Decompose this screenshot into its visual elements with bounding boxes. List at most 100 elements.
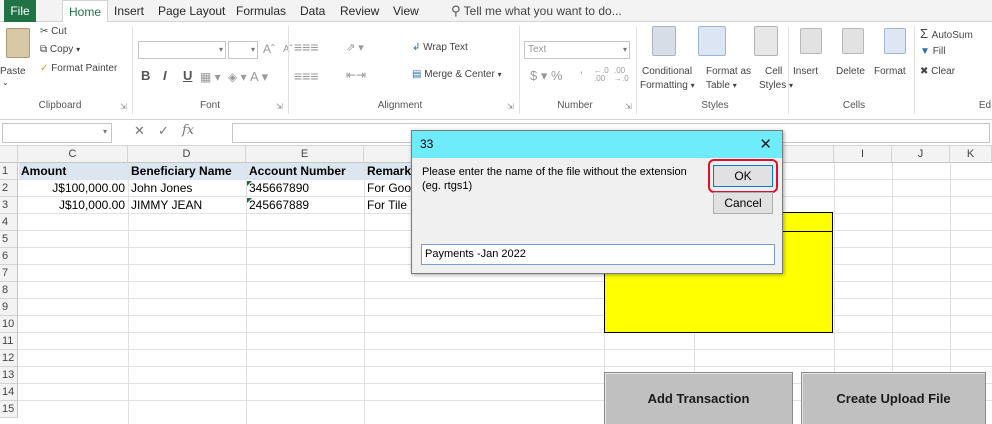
tab-review[interactable]: Review [340, 0, 379, 22]
paste-dropdown-icon[interactable]: ⌄ [2, 78, 9, 87]
font-launcher-icon[interactable]: ⇲ [276, 102, 283, 111]
row-header[interactable]: 10 [0, 316, 18, 333]
format-painter-button[interactable]: ✓ Format Painter [40, 63, 117, 74]
column-header-j[interactable]: J [892, 146, 950, 163]
cell-amount[interactable]: J$10,000.00 [19, 197, 128, 214]
tab-insert[interactable]: Insert [114, 0, 144, 22]
delete-cells-label[interactable]: Delete [836, 66, 865, 77]
cut-button[interactable]: ✂ Cut [40, 26, 67, 37]
close-icon[interactable]: ✕ [759, 135, 772, 153]
copy-button[interactable]: ⧉ Copy ▾ [40, 44, 80, 55]
format-cells-label[interactable]: Format [874, 66, 906, 77]
bold-icon[interactable]: B [141, 68, 150, 83]
row-header[interactable]: 1 [0, 163, 18, 180]
alignment-launcher-icon[interactable]: ⇲ [507, 102, 514, 111]
paste-icon[interactable] [6, 28, 30, 58]
cell-styles-icon[interactable] [754, 26, 778, 56]
insert-cells-icon[interactable] [800, 28, 822, 54]
cell-remark[interactable]: For Tile [367, 197, 411, 214]
row-header[interactable]: 13 [0, 367, 18, 384]
format-as-table-icon[interactable] [698, 26, 726, 56]
clear-button[interactable]: ✖ Clear [920, 66, 955, 77]
paste-label[interactable]: Paste [0, 66, 26, 77]
column-header-k[interactable]: K [950, 146, 992, 163]
row-header[interactable]: 11 [0, 333, 18, 350]
row-header[interactable]: 6 [0, 248, 18, 265]
cancel-icon[interactable]: ✕ [134, 123, 145, 139]
function-icon[interactable]: fx [182, 123, 194, 138]
cell-account[interactable]: 345667890 [249, 180, 364, 197]
header-cell-beneficiary[interactable]: Beneficiary Name [129, 163, 246, 180]
format-as-table-label[interactable]: Format as [706, 66, 751, 77]
left-align-icon[interactable]: ≡≡≡ [294, 68, 319, 84]
autosum-button[interactable]: Σ AutoSum [920, 26, 973, 41]
row-header[interactable]: 5 [0, 231, 18, 248]
header-cell-account[interactable]: Account Number [247, 163, 364, 180]
font-color-icon[interactable]: A ▾ [250, 69, 268, 85]
format-as-table-label-2[interactable]: Table ▾ [706, 80, 737, 91]
column-header-i[interactable]: I [834, 146, 892, 163]
conditional-formatting-label-2[interactable]: Formatting ▾ [640, 80, 695, 91]
delete-cells-icon[interactable] [842, 28, 864, 54]
select-all-corner[interactable] [0, 146, 18, 163]
font-size-combo[interactable]: ▾ [228, 41, 258, 59]
tell-me-box[interactable]: ⚲ Tell me what you want to do... [451, 0, 622, 22]
row-header[interactable]: 14 [0, 384, 18, 401]
file-name-input[interactable]: Payments -Jan 2022 [421, 244, 775, 265]
cell-remark[interactable]: For Goo [367, 180, 411, 197]
row-header[interactable]: 7 [0, 265, 18, 282]
row-header[interactable]: 8 [0, 282, 18, 299]
cancel-button[interactable]: Cancel [713, 192, 773, 214]
cell-amount[interactable]: J$100,000.00 [19, 180, 128, 197]
insert-cells-label[interactable]: Insert [793, 66, 818, 77]
increase-decimal-icon[interactable]: ←.0.00 [594, 67, 609, 83]
cell-account[interactable]: 245667889 [249, 197, 364, 214]
conditional-formatting-icon[interactable] [652, 26, 676, 56]
wrap-text-button[interactable]: ↲ Wrap Text [412, 42, 468, 53]
header-cell-amount[interactable]: Amount [19, 163, 128, 180]
number-format-combo[interactable]: Text ▾ [524, 41, 630, 59]
cell-beneficiary[interactable]: John Jones [131, 180, 246, 197]
row-header[interactable]: 3 [0, 197, 18, 214]
column-header-c[interactable]: C [18, 146, 128, 163]
conditional-formatting-label[interactable]: Conditional [642, 66, 692, 77]
tab-home[interactable]: Home [62, 0, 108, 23]
tab-view[interactable]: View [393, 0, 419, 22]
number-launcher-icon[interactable]: ⇲ [625, 102, 632, 111]
clipboard-launcher-icon[interactable]: ⇲ [120, 102, 127, 111]
format-cells-icon[interactable] [884, 28, 906, 54]
decrease-decimal-icon[interactable]: .00 →.0 [614, 67, 629, 83]
italic-icon[interactable]: I [163, 68, 167, 83]
merge-center-button[interactable]: ▤ Merge & Center ▾ [412, 69, 502, 80]
row-header[interactable]: 15 [0, 401, 18, 418]
row-header[interactable]: 2 [0, 180, 18, 197]
tab-page-layout[interactable]: Page Layout [158, 0, 225, 22]
fill-color-icon[interactable]: ◈ ▾ [228, 70, 247, 84]
column-header-d[interactable]: D [128, 146, 246, 163]
grow-font-icon[interactable]: Aˆ [263, 42, 275, 56]
cell-beneficiary[interactable]: JIMMY JEAN [131, 197, 246, 214]
create-upload-file-button[interactable]: Create Upload File [801, 372, 986, 424]
currency-icon[interactable]: $ ▾ % [530, 68, 563, 84]
tab-data[interactable]: Data [300, 0, 325, 22]
fill-button[interactable]: ▼ Fill [920, 46, 945, 57]
row-header[interactable]: 12 [0, 350, 18, 367]
orientation-icon[interactable]: ⇗ ▾ [346, 41, 364, 54]
top-align-icon[interactable]: ≡≡≡ [294, 39, 319, 55]
tab-formulas[interactable]: Formulas [236, 0, 286, 22]
font-name-combo[interactable]: ▾ [138, 41, 226, 59]
underline-icon[interactable]: U [183, 68, 192, 83]
row-header[interactable]: 4 [0, 214, 18, 231]
indent-icon[interactable]: ⇤⇥ [346, 68, 366, 82]
header-cell-remark[interactable]: Remark [365, 163, 411, 180]
borders-icon[interactable]: ▦ ▾ [200, 70, 221, 84]
enter-icon[interactable]: ✓ [158, 123, 169, 139]
tab-file[interactable]: File [4, 0, 36, 22]
comma-style-icon[interactable]: ’ [580, 69, 583, 83]
name-box[interactable]: ▾ [2, 123, 112, 143]
row-header[interactable]: 9 [0, 299, 18, 316]
column-header-e[interactable]: E [246, 146, 364, 163]
cell-styles-label[interactable]: Cell [765, 66, 782, 77]
add-transaction-button[interactable]: Add Transaction [604, 372, 793, 424]
dialog-title-bar[interactable]: 33 ✕ [412, 131, 782, 158]
